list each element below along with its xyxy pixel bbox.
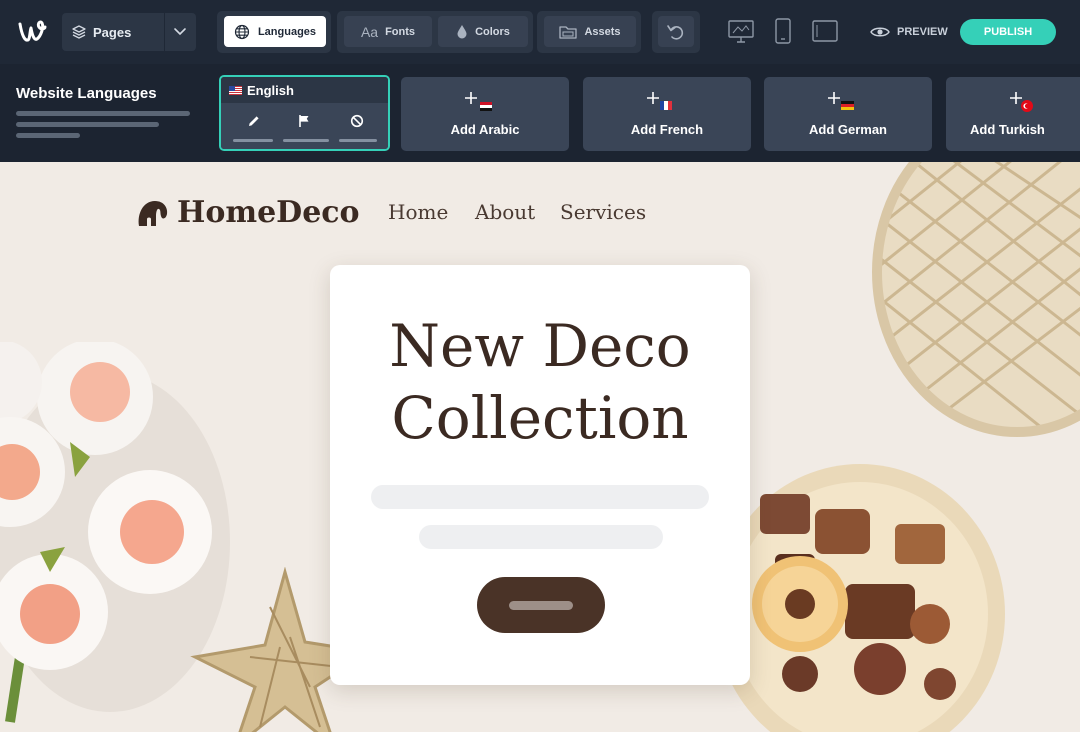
add-german-button[interactable]: Add German [764,77,932,151]
chevron-down-icon [172,23,188,42]
dried-flower [752,556,848,652]
hero-title-line: New Deco [389,312,691,380]
current-language-name: English [247,82,294,98]
layers-icon [72,25,86,39]
plus-icon [828,91,862,120]
add-turkish-button[interactable]: Add Turkish [946,77,1080,151]
plus-icon [1010,91,1044,120]
germany-flag-icon [841,101,854,110]
cta-label-placeholder [509,601,573,610]
website-preview: HomeDeco Home About Services New Deco Co… [0,162,1080,732]
publish-button[interactable]: PUBLISH [960,19,1056,45]
editor-toolbar: Pages Languages Aa Fonts Colors Assets P… [0,0,1080,64]
nav-services[interactable]: Services [560,200,646,224]
edit-language-button[interactable] [242,111,266,131]
placeholder-line [16,133,80,138]
assets-button[interactable]: Assets [544,16,636,47]
disable-language-button[interactable] [345,111,369,131]
placeholder-line [339,139,377,142]
droplet-icon [456,24,468,39]
app-logo-icon[interactable] [12,12,52,52]
placeholder-line [16,111,190,116]
block-icon [350,114,364,128]
placeholder-line [16,122,159,127]
divider [164,13,165,51]
add-language-label: Add Turkish [970,122,1045,137]
add-language-label: Add German [808,122,887,137]
fonts-label: Fonts [385,25,416,38]
publish-label: PUBLISH [983,26,1033,38]
plus-icon [465,91,499,120]
placeholder-line [283,139,329,142]
placeholder-line [233,139,273,142]
elephant-logo-icon [138,200,168,226]
nav-home[interactable]: Home [388,200,448,224]
flag-icon [299,115,309,127]
languages-label: Languages [257,25,317,38]
turkey-flag-icon [1021,100,1033,112]
fonts-button[interactable]: Aa Fonts [344,16,432,47]
hero-title[interactable]: New Deco Collection [330,310,750,454]
current-language-card[interactable]: English [219,75,390,151]
pages-dropdown[interactable]: Pages [62,13,196,51]
egypt-flag-icon [480,102,492,111]
wicker-basket-image [872,162,1080,437]
hero-card: New Deco Collection [330,265,750,685]
languages-button[interactable]: Languages [224,16,326,47]
us-flag-icon [229,85,242,95]
folder-icon [559,25,578,39]
add-arabic-button[interactable]: Add Arabic [401,77,569,151]
text-placeholder [419,525,663,549]
colors-button[interactable]: Colors [438,16,528,47]
pages-label: Pages [93,24,132,40]
undo-button[interactable] [658,16,694,47]
france-flag-icon [660,101,672,110]
panel-title: Website Languages [16,85,157,102]
assets-label: Assets [584,25,621,38]
nav-about[interactable]: About [475,200,535,224]
eye-icon [870,25,890,39]
mobile-view-icon[interactable] [773,17,793,50]
globe-icon [234,24,250,39]
tablet-view-icon[interactable] [811,17,839,50]
add-language-label: Add French [630,122,704,137]
cta-button[interactable] [477,577,605,633]
hero-title-line: Collection [391,384,689,452]
colors-label: Colors [475,25,510,38]
desktop-view-icon[interactable] [727,17,755,50]
pencil-icon [249,116,259,126]
add-language-label: Add Arabic [450,122,520,137]
preview-label: PREVIEW [897,26,948,38]
fonts-icon: Aa [360,23,379,40]
brand-name: HomeDeco [177,195,360,230]
text-placeholder [371,485,709,509]
preview-button[interactable]: PREVIEW [870,20,948,44]
set-default-language-button[interactable] [292,111,316,131]
add-french-button[interactable]: Add French [583,77,751,151]
site-logo[interactable]: HomeDeco [137,195,360,230]
undo-icon [667,24,684,40]
plus-icon [647,91,681,120]
